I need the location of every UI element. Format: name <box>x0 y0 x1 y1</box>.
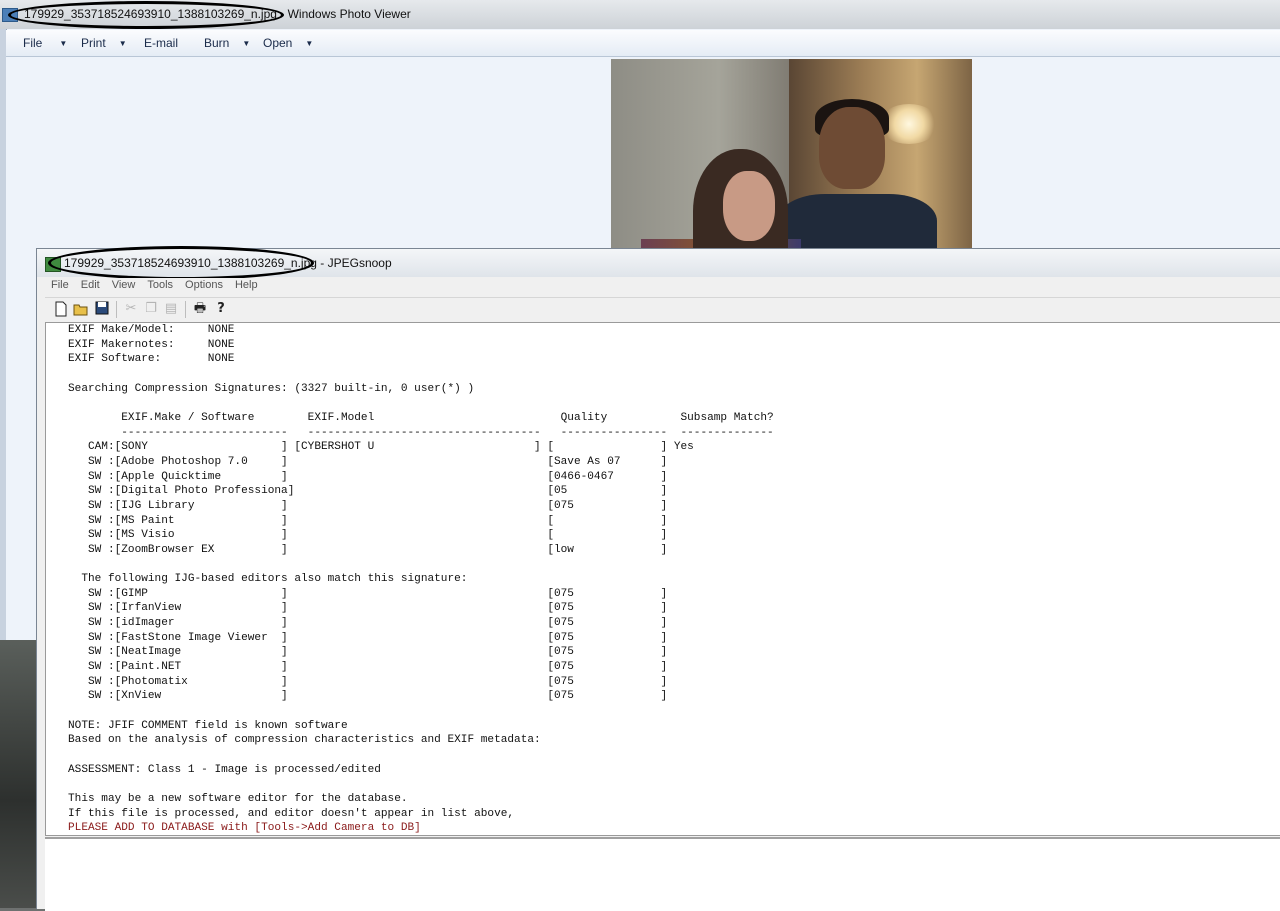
menu-email[interactable]: E-mail <box>144 36 178 50</box>
chevron-down-icon: ▼ <box>242 38 251 48</box>
menu-file[interactable]: File <box>45 278 75 296</box>
jpegsnoop-titlebar[interactable]: 179929_353718524693910_1388103269_n.jpg … <box>37 246 1280 280</box>
new-file-icon[interactable] <box>53 301 69 317</box>
report-text: EXIF Make/Model: NONE EXIF Makernotes: N… <box>68 324 774 820</box>
menu-file-label: File <box>23 36 43 50</box>
jpegsnoop-toolbar: ✂ ❐ ▤ 🖶 ? <box>45 297 1280 323</box>
chevron-down-icon: ▼ <box>118 38 127 48</box>
chevron-down-icon: ▼ <box>305 38 314 48</box>
menu-email-label: E-mail <box>144 36 179 50</box>
save-icon[interactable] <box>94 301 110 317</box>
paste-icon[interactable]: ▤ <box>163 301 179 317</box>
report-text-pane[interactable]: EXIF Make/Model: NONE EXIF Makernotes: N… <box>45 322 1280 836</box>
menu-burn[interactable]: Burn ▼ <box>204 36 250 50</box>
filename-highlight-oval <box>48 246 314 280</box>
chevron-down-icon: ▼ <box>59 38 68 48</box>
displayed-photo <box>611 59 972 275</box>
jpegsnoop-window: 179929_353718524693910_1388103269_n.jpg … <box>36 246 1280 911</box>
menu-print[interactable]: Print ▼ <box>81 36 127 50</box>
filename-highlight-oval <box>8 1 284 29</box>
menu-open[interactable]: Open ▼ <box>263 36 313 50</box>
report-warning: PLEASE ADD TO DATABASE with [Tools->Add … <box>68 822 421 835</box>
photo-viewer-titlebar[interactable]: 179929_353718524693910_1388103269_n.jpg … <box>0 0 1280 29</box>
open-folder-icon[interactable] <box>73 301 89 317</box>
jpegsnoop-menubar: File Edit View Tools Options Help <box>45 278 1280 296</box>
menu-tools[interactable]: Tools <box>141 278 179 296</box>
menu-open-label: Open <box>263 36 293 50</box>
menu-burn-label: Burn <box>204 36 230 50</box>
menu-view[interactable]: View <box>106 278 142 296</box>
menu-help[interactable]: Help <box>229 278 264 296</box>
menu-file[interactable]: File ▼ <box>23 36 67 50</box>
lower-image-pane <box>45 837 1280 911</box>
desktop-background-strip <box>0 640 40 908</box>
cut-icon[interactable]: ✂ <box>123 301 139 317</box>
print-icon[interactable]: 🖶 <box>192 301 208 317</box>
photo-viewer-menubar: File ▼ Print ▼ E-mail Burn ▼ Open ▼ <box>6 30 1280 57</box>
menu-print-label: Print <box>81 36 106 50</box>
help-icon[interactable]: ? <box>213 301 229 317</box>
menu-options[interactable]: Options <box>179 278 229 296</box>
copy-icon[interactable]: ❐ <box>143 301 159 317</box>
menu-edit[interactable]: Edit <box>75 278 106 296</box>
